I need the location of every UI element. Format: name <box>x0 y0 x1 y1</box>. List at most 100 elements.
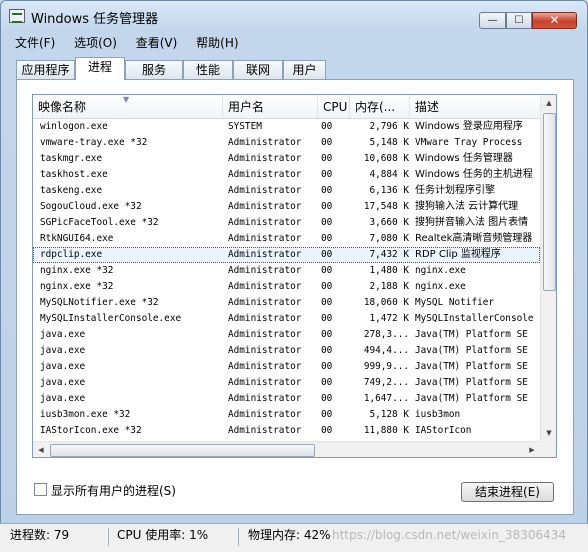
process-image-name: RtkNGUI64.exe <box>40 233 114 244</box>
process-user: Administrator <box>228 137 302 148</box>
vertical-scroll-thumb[interactable] <box>543 113 556 291</box>
table-row[interactable]: taskhost.exe Administrator 00 4,884 K Window… <box>33 167 540 183</box>
process-image-name: java.exe <box>40 329 86 340</box>
scroll-right-icon[interactable]: ▶ <box>524 442 540 457</box>
column-image-name[interactable]: ▼ 映像名称 <box>33 95 223 118</box>
menu-help[interactable]: 帮助(H) <box>196 34 238 51</box>
column-user-name[interactable]: 用户名 <box>223 95 318 118</box>
process-cpu: 00 <box>321 409 333 420</box>
tab-performance[interactable]: 性能 <box>183 60 233 79</box>
tab-applications[interactable]: 应用程序 <box>16 60 75 79</box>
sort-indicator-icon: ▼ <box>123 95 130 104</box>
menu-options[interactable]: 选项(O) <box>74 34 117 51</box>
table-row[interactable]: winlogon.exe SYSTEM 00 2,796 K Windows 登录应用程… <box>33 119 540 135</box>
process-description: iusb3mon <box>415 409 461 420</box>
process-cpu: 00 <box>321 393 333 404</box>
process-memory: 1,472 K <box>369 313 409 324</box>
horizontal-scrollbar[interactable]: ◀ ▶ <box>33 441 540 457</box>
process-image-name: taskeng.exe <box>40 185 103 196</box>
process-description: 搜狗拼音输入法 图片表情 <box>415 217 529 228</box>
status-cpu-usage: CPU 使用率: 1% <box>117 528 209 542</box>
process-description: MySQLInstallerConsole <box>415 313 534 324</box>
process-description: 搜狗输入法 云计算代理 <box>415 201 519 212</box>
vertical-scrollbar[interactable]: ▲ ▼ <box>540 95 556 441</box>
table-row[interactable]: java.exe Administrator 00 1,647... Java(TM) … <box>33 391 540 407</box>
table-row[interactable]: java.exe Administrator 00 999,9... Java(TM) … <box>33 359 540 375</box>
scroll-up-icon[interactable]: ▲ <box>541 95 556 111</box>
table-row[interactable]: taskmgr.exe Administrator 00 10,608 K Window… <box>33 151 540 167</box>
table-row[interactable]: SGPicFaceTool.exe *32 Administrator 00 3,66… <box>33 215 540 231</box>
table-row[interactable]: iusb3mon.exe *32 Administrator 00 5,128 K iu… <box>33 407 540 423</box>
process-cpu: 00 <box>321 153 333 164</box>
tab-networking[interactable]: 联网 <box>233 60 283 79</box>
process-cpu: 00 <box>321 281 333 292</box>
table-row[interactable]: java.exe Administrator 00 494,4... Java(TM) … <box>33 343 540 359</box>
process-cpu: 00 <box>321 361 333 372</box>
status-process-count: 进程数: 79 <box>10 528 70 542</box>
table-row[interactable]: java.exe Administrator 00 749,2... Java(TM) … <box>33 375 540 391</box>
process-description: Realtek高清晰音频管理器 <box>415 233 533 244</box>
process-user: Administrator <box>228 153 302 164</box>
table-row[interactable]: RtkNGUI64.exe Administrator 00 7,080 K Realt… <box>33 231 540 247</box>
process-image-name: nginx.exe *32 <box>40 265 114 276</box>
minimize-button[interactable]: — <box>479 12 506 29</box>
table-row[interactable]: java.exe Administrator 00 278,3... Java(TM) … <box>33 327 540 343</box>
title-bar[interactable]: Windows 任务管理器 — ☐ ✕ <box>1 1 587 31</box>
tab-processes[interactable]: 进程 <box>75 57 125 80</box>
process-list[interactable]: ▼ 映像名称 用户名 CPU 内存(... 描述 winlogon.exe SYS… <box>32 94 557 458</box>
process-cpu: 00 <box>321 425 333 436</box>
table-row[interactable]: MySQLNotifier.exe *32 Administrator 00 18,0… <box>33 295 540 311</box>
process-image-name: vmware-tray.exe *32 <box>40 137 148 148</box>
process-user: Administrator <box>228 201 302 212</box>
process-image-name: nginx.exe *32 <box>40 281 114 292</box>
scroll-down-icon[interactable]: ▼ <box>541 425 556 441</box>
process-cpu: 00 <box>321 297 333 308</box>
process-cpu: 00 <box>321 329 333 340</box>
horizontal-scroll-thumb[interactable] <box>50 444 315 457</box>
process-image-name: taskhost.exe <box>40 169 108 180</box>
scroll-left-icon[interactable]: ◀ <box>33 442 49 457</box>
watermark-text: https://blog.csdn.net/weixin_38306434 <box>332 528 567 542</box>
checkbox-box[interactable] <box>34 483 47 496</box>
process-image-name: MySQLNotifier.exe *32 <box>40 297 159 308</box>
tab-services[interactable]: 服务 <box>125 60 183 79</box>
process-description: Java(TM) Platform SE <box>415 329 528 340</box>
maximize-button[interactable]: ☐ <box>506 12 532 29</box>
column-description[interactable]: 描述 <box>410 95 540 118</box>
close-button[interactable]: ✕ <box>532 12 577 29</box>
table-row[interactable]: rdpclip.exe Administrator 00 7,432 K RDP Cli… <box>33 247 540 263</box>
process-description: Windows 任务管理器 <box>415 153 513 164</box>
process-memory: 5,128 K <box>369 409 409 420</box>
table-row[interactable]: vmware-tray.exe *32 Administrator 00 5,148 … <box>33 135 540 151</box>
process-cpu: 00 <box>321 377 333 388</box>
menu-file[interactable]: 文件(F) <box>15 34 55 51</box>
process-image-name: SGPicFaceTool.exe *32 <box>40 217 159 228</box>
process-description: Java(TM) Platform SE <box>415 345 528 356</box>
process-memory: 494,4... <box>363 345 409 356</box>
table-row[interactable]: IAStorIcon.exe *32 Administrator 00 11,880 … <box>33 423 540 439</box>
process-cpu: 00 <box>321 137 333 148</box>
column-cpu[interactable]: CPU <box>318 95 350 118</box>
table-row[interactable]: taskeng.exe Administrator 00 6,136 K 任务计划程序引… <box>33 183 540 199</box>
table-row[interactable]: SogouCloud.exe *32 Administrator 00 17,548 … <box>33 199 540 215</box>
table-row[interactable]: nginx.exe *32 Administrator 00 1,480 K nginx… <box>33 263 540 279</box>
end-process-button[interactable]: 结束进程(E) <box>461 482 554 502</box>
menu-view[interactable]: 查看(V) <box>136 34 178 51</box>
process-user: Administrator <box>228 217 302 228</box>
table-row[interactable]: nginx.exe *32 Administrator 00 2,188 K nginx… <box>33 279 540 295</box>
process-memory: 6,136 K <box>369 185 409 196</box>
process-memory: 11,880 K <box>363 425 409 436</box>
process-memory: 7,080 K <box>369 233 409 244</box>
show-all-users-checkbox[interactable]: 显示所有用户的进程(S) <box>34 482 176 499</box>
process-memory: 5,148 K <box>369 137 409 148</box>
process-memory: 3,660 K <box>369 217 409 228</box>
tab-users[interactable]: 用户 <box>283 60 326 79</box>
process-image-name: taskmgr.exe <box>40 153 103 164</box>
process-cpu: 00 <box>321 185 333 196</box>
process-image-name: IAStorIcon.exe *32 <box>40 425 142 436</box>
column-memory[interactable]: 内存(... <box>350 95 410 118</box>
process-image-name: java.exe <box>40 377 86 388</box>
table-row[interactable]: MySQLInstallerConsole.exe Administrator 00… <box>33 311 540 327</box>
process-memory: 1,480 K <box>369 265 409 276</box>
process-user: Administrator <box>228 345 302 356</box>
